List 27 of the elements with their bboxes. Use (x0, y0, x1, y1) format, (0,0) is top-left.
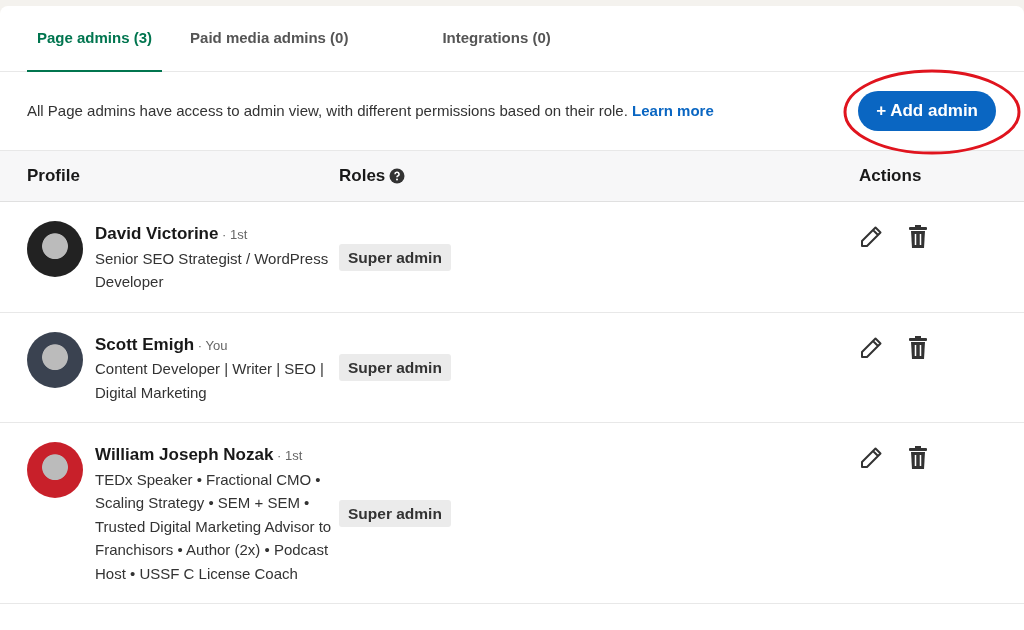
edit-icon[interactable] (859, 225, 883, 249)
trash-icon[interactable] (907, 446, 929, 470)
person-name[interactable]: David Victorine · 1st (95, 221, 248, 247)
person-name[interactable]: Scott Emigh · You (95, 331, 228, 357)
help-icon[interactable] (389, 168, 406, 184)
role-pill: Super admin (339, 499, 451, 528)
avatar (27, 221, 83, 277)
edit-icon[interactable] (859, 335, 883, 360)
add-admin-button[interactable]: + Add admin (858, 91, 996, 131)
role-pill: Super admin (339, 354, 451, 382)
avatar (27, 442, 83, 498)
person-name[interactable]: William Joseph Nozak · 1st (95, 442, 303, 468)
role-pill: Super admin (339, 243, 451, 271)
learn-more-link[interactable]: Learn more (632, 101, 714, 119)
person-headline: TEDx Speaker • Fractional CMO • Scaling Strategy • SEM + SEM • Trusted Digital Marketing Advisor to Franchisors • Author (2x) • Podcast Host • USSF C License Coach (95, 469, 333, 584)
column-header: Actions (859, 165, 922, 188)
column-header: Profile (27, 165, 80, 188)
tab[interactable]: Paid media admins (0) (180, 6, 359, 72)
person-headline: Content Developer | Writer | SEO | Digital Marketing (95, 359, 325, 403)
edit-icon[interactable] (859, 446, 883, 470)
tab[interactable]: Page admins (3) (27, 6, 163, 72)
trash-icon[interactable] (907, 335, 929, 360)
person-headline: Senior SEO Strategist / WordPress Developer (95, 248, 330, 292)
info-text: All Page admins have access to admin view, with different permissions based on their role. Learn more (27, 100, 714, 121)
tab[interactable]: Integrations (0) (432, 6, 561, 72)
trash-icon[interactable] (907, 225, 929, 249)
column-header: Roles (339, 165, 386, 188)
